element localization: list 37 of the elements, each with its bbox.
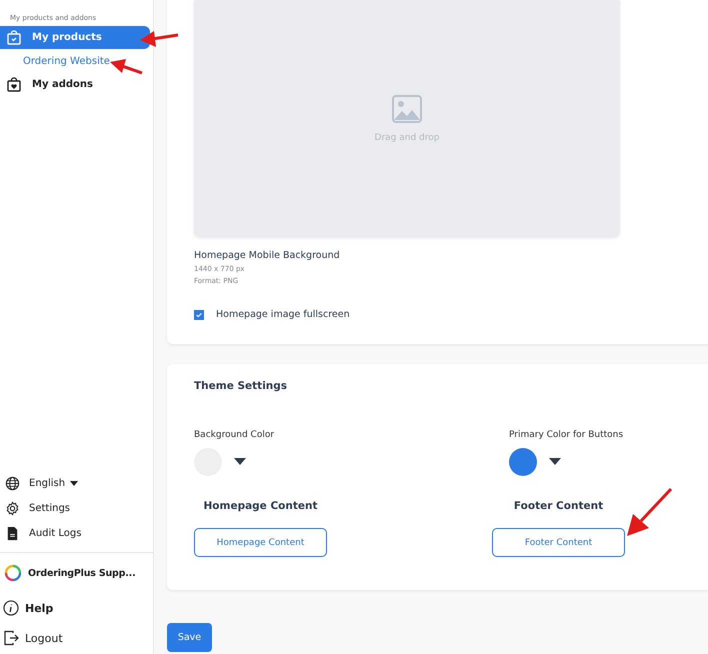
document-icon [5, 526, 20, 541]
sidebar-item[interactable]: My addons [0, 73, 150, 96]
content-heading: Footer Content [514, 500, 604, 512]
logout-item[interactable]: Logout [0, 624, 153, 654]
arrow-drawing [110, 58, 144, 76]
sidebar-item[interactable]: Settings [0, 496, 153, 521]
arrow-drawing [140, 28, 180, 48]
content-button[interactable]: Homepage Content [194, 528, 327, 557]
caret-icon[interactable] [234, 458, 246, 466]
color-swatch[interactable] [509, 448, 537, 476]
checkbox-label: Homepage image fullscreen [216, 309, 350, 320]
upload-title: Homepage Mobile Background [194, 250, 341, 261]
caret-icon [70, 480, 78, 486]
color-label: Background Color [194, 430, 276, 440]
section-title: Theme Settings [194, 380, 288, 392]
settings-icon [5, 501, 20, 516]
support-item[interactable]: OrderingPlus Supp... [0, 553, 153, 592]
save-button[interactable]: Save [167, 623, 212, 652]
sidebar-item[interactable]: English [0, 471, 153, 496]
bag-icon [6, 76, 22, 92]
sidebar-subitem[interactable]: Ordering Website [0, 49, 153, 73]
bag-icon [6, 30, 22, 46]
content-button[interactable]: Footer Content [492, 528, 625, 557]
globe-icon [5, 476, 20, 491]
image-icon [392, 94, 422, 122]
help-item[interactable]: Help [0, 592, 153, 624]
color-label: Primary Color for Buttons [509, 430, 624, 440]
caret-icon[interactable] [549, 458, 561, 466]
checkbox[interactable] [194, 310, 204, 320]
info-icon [3, 600, 19, 616]
sidebar-item[interactable]: Audit Logs [0, 521, 153, 546]
logout-icon [3, 630, 19, 646]
arrow-drawing [627, 487, 673, 537]
ring-icon [4, 564, 22, 582]
content-heading: Homepage Content [204, 500, 318, 512]
drop-hint: Drag and drop [374, 132, 440, 142]
sidebar-item[interactable]: My products [0, 26, 150, 49]
